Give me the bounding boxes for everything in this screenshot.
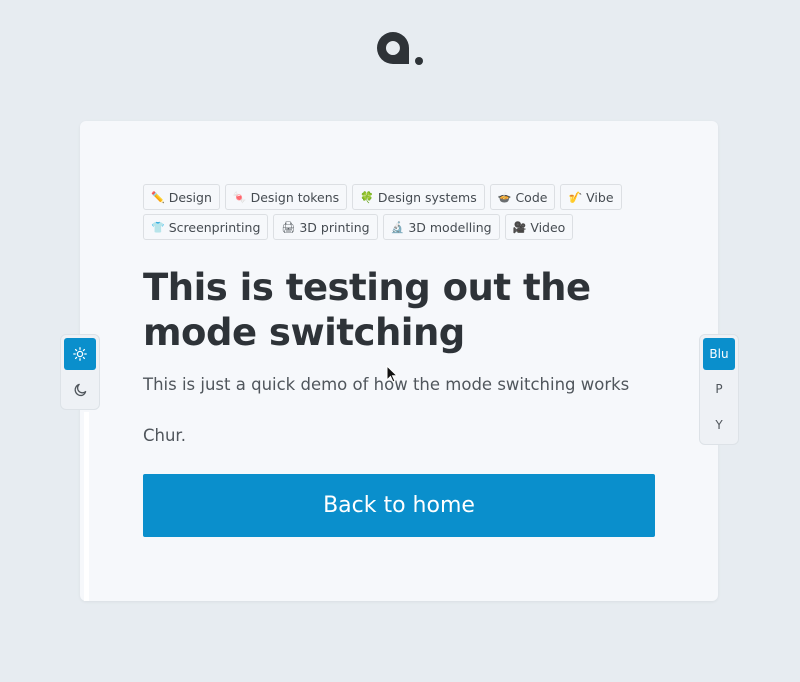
- tag-design-systems[interactable]: 🍀 Design systems: [352, 184, 485, 210]
- tag-label: 3D modelling: [408, 219, 492, 235]
- tag-label: 3D printing: [299, 219, 370, 235]
- theme-option-blu[interactable]: Blu: [703, 338, 735, 370]
- candy-icon: 🍬: [232, 190, 247, 204]
- tag-label: Design systems: [377, 189, 477, 205]
- q-dot-logo-icon: [377, 32, 423, 65]
- tag-label: Design tokens: [250, 189, 340, 205]
- tag-3d-printing[interactable]: 🖨 3D printing: [273, 214, 378, 240]
- tag-3d-modelling[interactable]: 🔬 3D modelling: [382, 214, 500, 240]
- tag-label: Video: [530, 219, 566, 235]
- mode-switcher: [60, 334, 100, 410]
- moon-icon: [74, 383, 87, 397]
- theme-option-y[interactable]: Y: [703, 409, 735, 441]
- tag-screenprinting[interactable]: 👕 Screenprinting: [143, 214, 269, 240]
- pot-icon: 🍲: [497, 190, 512, 204]
- printer-icon: 🖨: [281, 220, 296, 234]
- light-mode-button[interactable]: [64, 338, 96, 370]
- tag-list: ✏️ Design 🍬 Design tokens 🍀 Design systems …: [143, 184, 623, 244]
- dark-mode-button[interactable]: [64, 374, 96, 406]
- card-edge-highlight: [84, 412, 89, 601]
- pencil-icon: ✏️: [151, 190, 165, 204]
- microscope-icon: 🔬: [390, 220, 405, 234]
- tag-label: Vibe: [586, 189, 614, 205]
- theme-option-p[interactable]: P: [703, 373, 735, 405]
- page-title: This is testing out the mode switching: [143, 266, 591, 354]
- sun-icon: [73, 347, 87, 361]
- signoff-text: Chur.: [143, 426, 186, 445]
- tag-video[interactable]: 🎥 Video: [504, 214, 574, 240]
- tag-design-tokens[interactable]: 🍬 Design tokens: [224, 184, 348, 210]
- tag-label: Screenprinting: [168, 219, 261, 235]
- tag-design[interactable]: ✏️ Design: [143, 184, 220, 210]
- tag-code[interactable]: 🍲 Code: [489, 184, 556, 210]
- video-camera-icon: 🎥: [512, 220, 527, 234]
- color-theme-switcher: Blu P Y: [699, 334, 739, 445]
- tshirt-icon: 👕: [151, 220, 165, 234]
- tag-row-1: ✏️ Design 🍬 Design tokens 🍀 Design systems …: [143, 184, 623, 210]
- tag-vibe[interactable]: 🎷 Vibe: [560, 184, 622, 210]
- tag-label: Design: [168, 189, 212, 205]
- tag-row-2: 👕 Screenprinting 🖨 3D printing 🔬 3D modelli…: [143, 214, 623, 240]
- clover-icon: 🍀: [360, 190, 374, 204]
- tag-label: Code: [515, 189, 548, 205]
- back-to-home-button[interactable]: Back to home: [143, 474, 655, 537]
- mouse-cursor-icon: [386, 365, 398, 383]
- saxophone-icon: 🎷: [568, 190, 583, 204]
- site-logo[interactable]: [374, 30, 426, 68]
